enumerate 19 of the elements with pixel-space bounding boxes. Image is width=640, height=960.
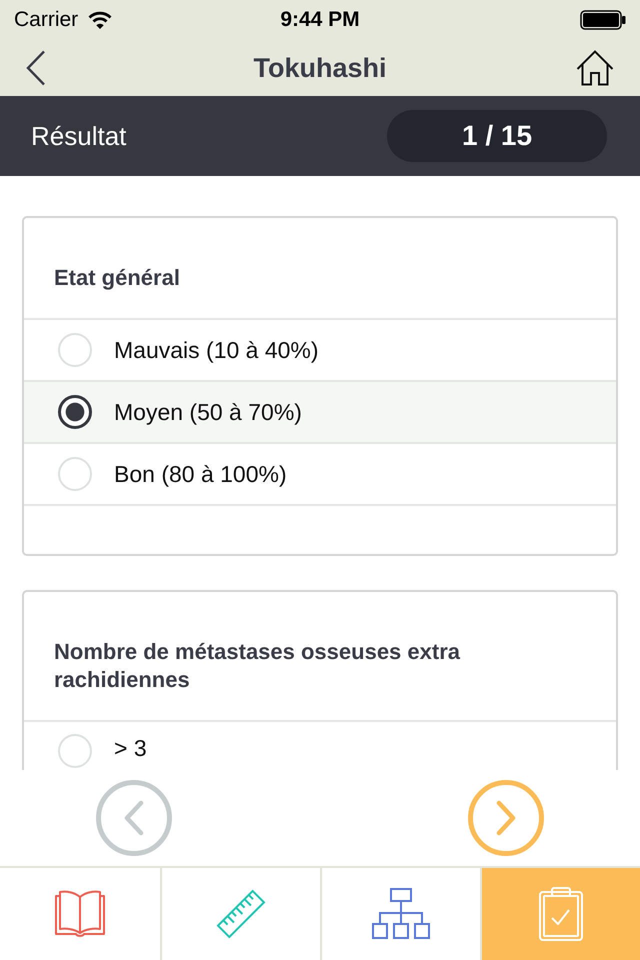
question-title: Nombre de métastases osseuses extra rachidiennes (54, 638, 462, 694)
home-icon (576, 50, 614, 86)
battery-icon (580, 10, 626, 30)
screen-title: Tokuhashi (253, 52, 386, 84)
carrier-text: Carrier (14, 8, 78, 32)
answer-option[interactable]: > 3 (24, 720, 616, 770)
chevron-left-icon (124, 800, 144, 836)
back-chevron-icon (26, 50, 46, 86)
clipboard-check-icon (539, 887, 583, 941)
back-button[interactable] (26, 50, 46, 86)
question-title: Etat général (54, 264, 181, 292)
tab-button[interactable] (480, 868, 640, 960)
time-text: 9:44 PM (280, 8, 360, 32)
wifi-icon (88, 11, 112, 29)
home-button[interactable] (576, 50, 614, 86)
answer-option[interactable]: Moyen (50 à 70%) (24, 380, 616, 442)
chevron-right-icon (496, 800, 516, 836)
section-label: Résultat (31, 121, 126, 151)
progress-counter: 1 / 15 (387, 110, 607, 162)
